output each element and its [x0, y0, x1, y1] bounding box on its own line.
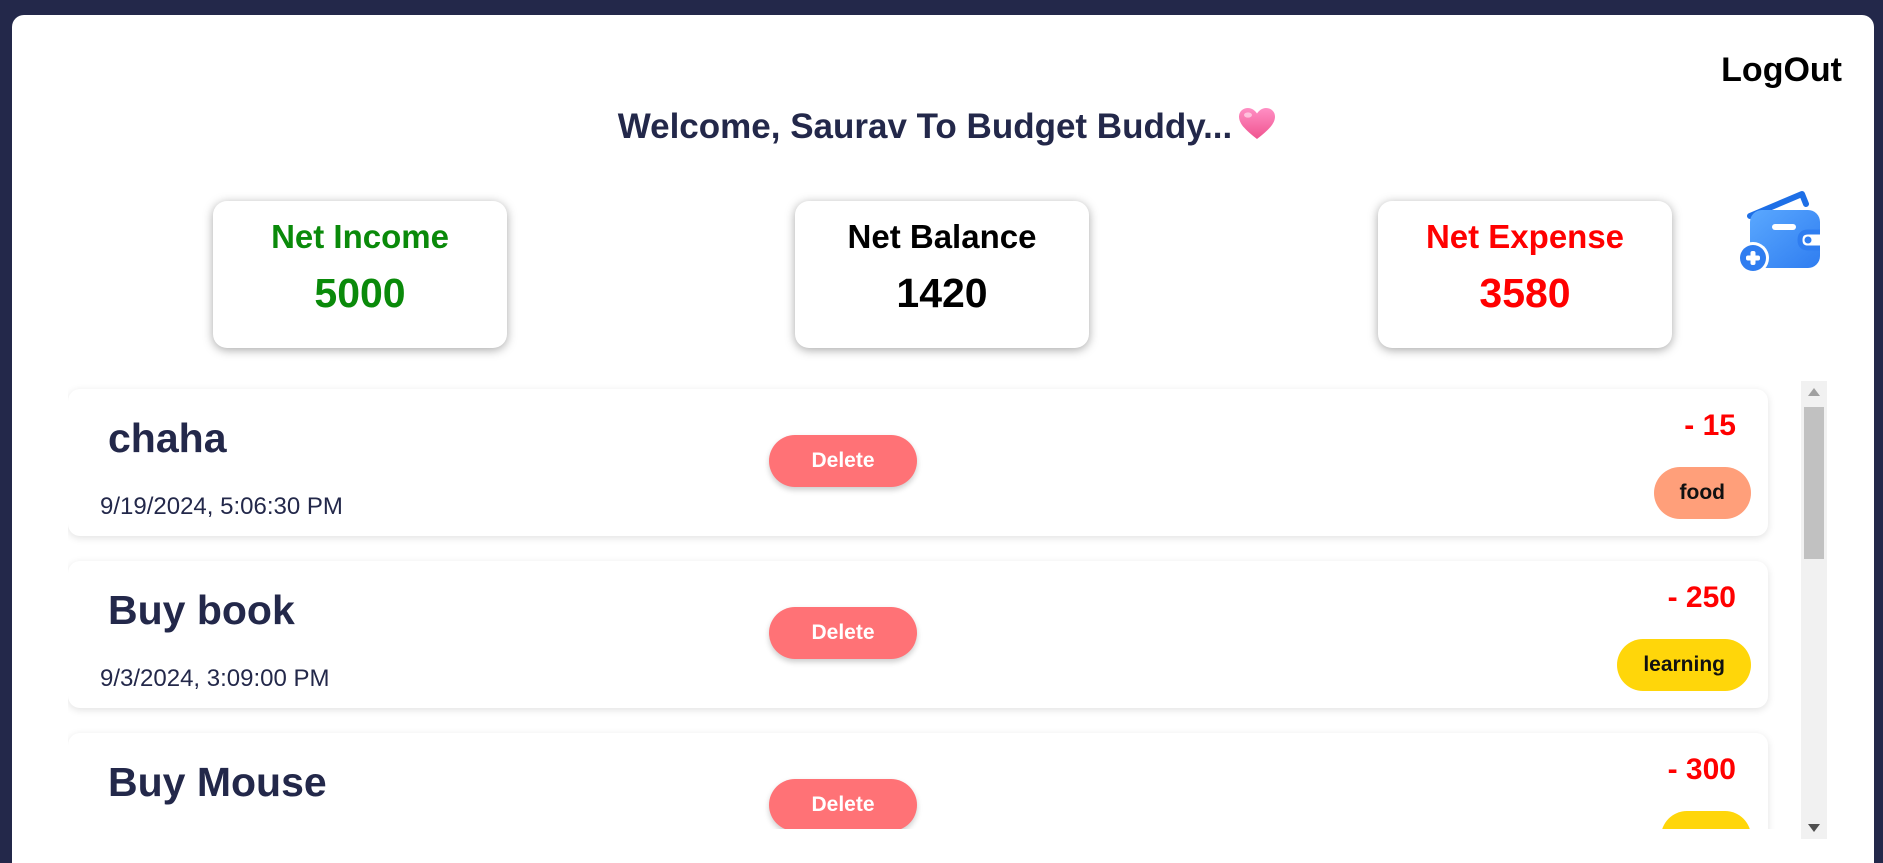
net-balance-value: 1420	[896, 270, 988, 316]
delete-button[interactable]: Delete	[769, 607, 917, 659]
transaction-item: Buy book 9/3/2024, 3:09:00 PM Delete - 2…	[68, 561, 1768, 708]
transaction-date: 9/19/2024, 5:06:30 PM	[100, 493, 343, 520]
net-income-card: Net Income 5000	[213, 201, 507, 348]
net-income-label: Net Income	[271, 218, 449, 255]
transaction-item: chaha 9/19/2024, 5:06:30 PM Delete - 15 …	[68, 389, 1768, 536]
welcome-heading: Welcome, Saurav To Budget Buddy...	[12, 107, 1874, 150]
transaction-title: chaha	[108, 415, 227, 461]
net-balance-card: Net Balance 1420	[795, 201, 1089, 348]
delete-button[interactable]: Delete	[769, 779, 917, 829]
welcome-text: Welcome, Saurav To Budget Buddy...	[617, 107, 1233, 146]
net-expense-card: Net Expense 3580	[1378, 201, 1672, 348]
net-expense-label: Net Expense	[1425, 218, 1625, 255]
transaction-list[interactable]: chaha 9/19/2024, 5:06:30 PM Delete - 15 …	[68, 369, 1798, 829]
logout-button[interactable]: LogOut	[1721, 51, 1842, 90]
scroll-down-icon[interactable]	[1801, 817, 1827, 839]
list-scrollbar[interactable]	[1801, 381, 1827, 839]
transaction-title: Buy Mouse	[108, 759, 327, 805]
category-badge[interactable]: learning	[1617, 639, 1751, 691]
transaction-date: 9/3/2024, 3:09:00 PM	[100, 665, 330, 692]
net-balance-label: Net Balance	[847, 218, 1037, 255]
category-badge[interactable]	[1661, 811, 1751, 829]
heart-icon	[1238, 107, 1276, 150]
transaction-amount: - 15	[1684, 409, 1736, 442]
add-wallet-icon[interactable]	[1736, 188, 1832, 278]
scrollbar-thumb[interactable]	[1804, 407, 1824, 559]
transaction-amount: - 300	[1667, 753, 1736, 786]
transaction-title: Buy book	[108, 587, 295, 633]
net-expense-value: 3580	[1479, 270, 1571, 316]
category-badge[interactable]: food	[1653, 467, 1751, 519]
transaction-item: Buy Mouse Delete - 300	[68, 733, 1768, 829]
scroll-up-icon[interactable]	[1801, 381, 1827, 403]
delete-button[interactable]: Delete	[769, 435, 917, 487]
main-panel: LogOut Welcome, Saurav To Budget Buddy..…	[12, 15, 1874, 863]
transaction-amount: - 250	[1667, 581, 1736, 614]
net-income-value: 5000	[314, 270, 406, 316]
